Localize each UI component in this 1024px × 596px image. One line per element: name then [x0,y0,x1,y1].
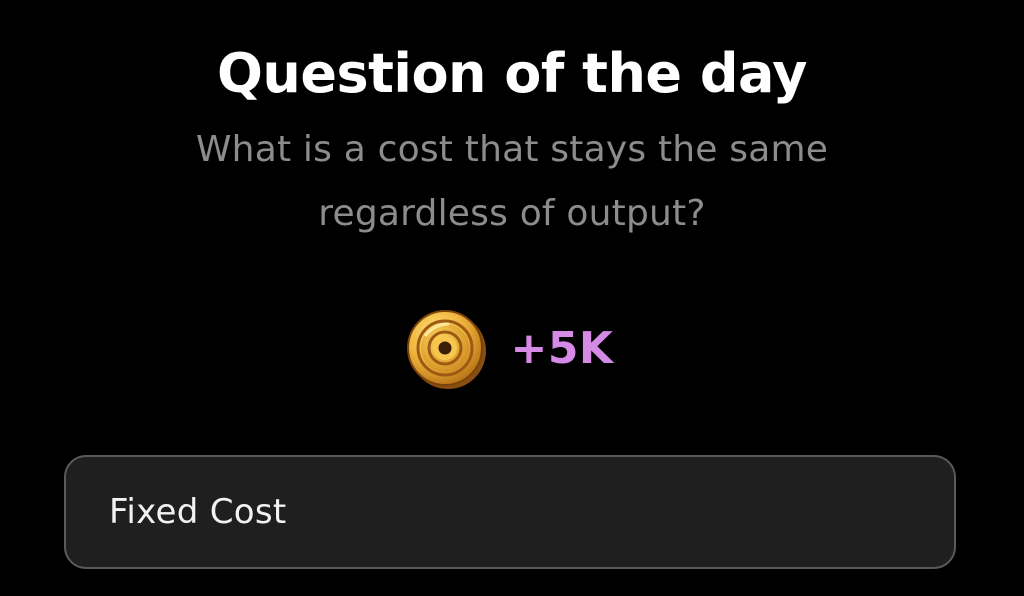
page-title: Question of the day [217,42,807,105]
coin-icon [407,310,487,389]
question-of-the-day-screen: Question of the day What is a cost that … [0,0,1024,596]
answer-value: Fixed Cost [109,492,287,532]
answer-field[interactable]: Fixed Cost [64,455,956,569]
reward-amount: +5K [510,323,614,374]
reward-badge: +5K [0,306,1024,392]
question-text: What is a cost that stays the same regar… [195,129,829,234]
